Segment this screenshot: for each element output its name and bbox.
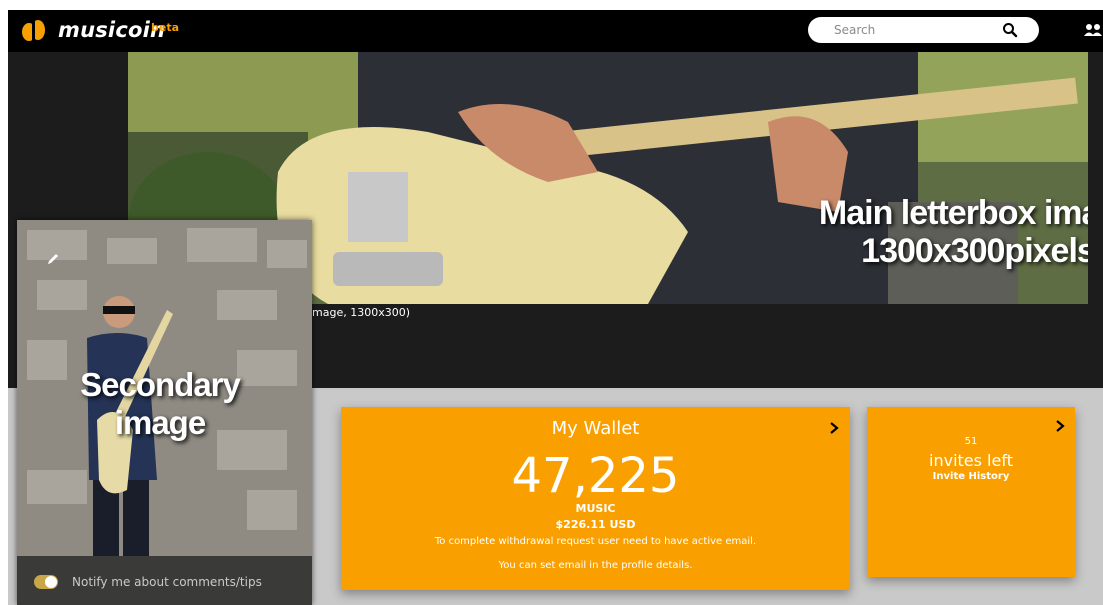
- brand-name[interactable]: musicoin: [58, 18, 165, 42]
- invites-count: 51: [964, 436, 978, 447]
- invite-history-link[interactable]: Invite History: [867, 471, 1075, 482]
- search-box: [808, 17, 1039, 43]
- invites-label: invites left: [929, 451, 1013, 470]
- secondary-label-line2: image: [114, 404, 206, 441]
- wallet-card[interactable]: My Wallet 47,225 MUSIC $226.11 USD To co…: [341, 407, 850, 590]
- wallet-balance: 47,225: [511, 448, 680, 504]
- hero-label-line2: 1300x300pixels: [861, 232, 1088, 270]
- chevron-right-icon[interactable]: [1054, 420, 1066, 432]
- wallet-message: To complete withdrawal request user need…: [434, 536, 757, 547]
- wallet-hint: You can set email in the profile details…: [498, 560, 693, 571]
- wallet-title: My Wallet: [551, 418, 640, 439]
- beta-badge: beta: [151, 21, 180, 34]
- hero-caption: mage, 1300x300): [312, 306, 410, 319]
- notify-row: Notify me about comments/tips: [17, 567, 312, 599]
- secondary-label-line1: Secondary: [80, 366, 241, 403]
- notify-toggle[interactable]: [34, 575, 58, 589]
- secondary-image[interactable]: Secondary image: [17, 220, 312, 556]
- search-input[interactable]: [834, 21, 994, 39]
- top-nav-bar: musicoin beta: [8, 10, 1103, 52]
- invites-card[interactable]: 51 invites left Invite History: [867, 407, 1075, 577]
- secondary-placeholder-label: Secondary image: [25, 366, 295, 442]
- toggle-knob: [45, 576, 57, 588]
- chevron-right-icon[interactable]: [828, 422, 840, 434]
- secondary-image-panel: Secondary image Notify me about comments…: [17, 220, 312, 605]
- pencil-icon[interactable]: [46, 252, 60, 266]
- search-icon[interactable]: [1002, 22, 1018, 38]
- wallet-usd-value: $226.11 USD: [555, 518, 636, 531]
- hero-label-line1: Main letterbox image: [818, 194, 1088, 232]
- wallet-unit: MUSIC: [575, 502, 616, 515]
- users-icon[interactable]: [1083, 21, 1103, 41]
- hero-placeholder-label: Main letterbox image 1300x300pixels: [778, 194, 1088, 270]
- musicoin-logo-icon[interactable]: [20, 17, 46, 45]
- notify-label: Notify me about comments/tips: [72, 575, 262, 589]
